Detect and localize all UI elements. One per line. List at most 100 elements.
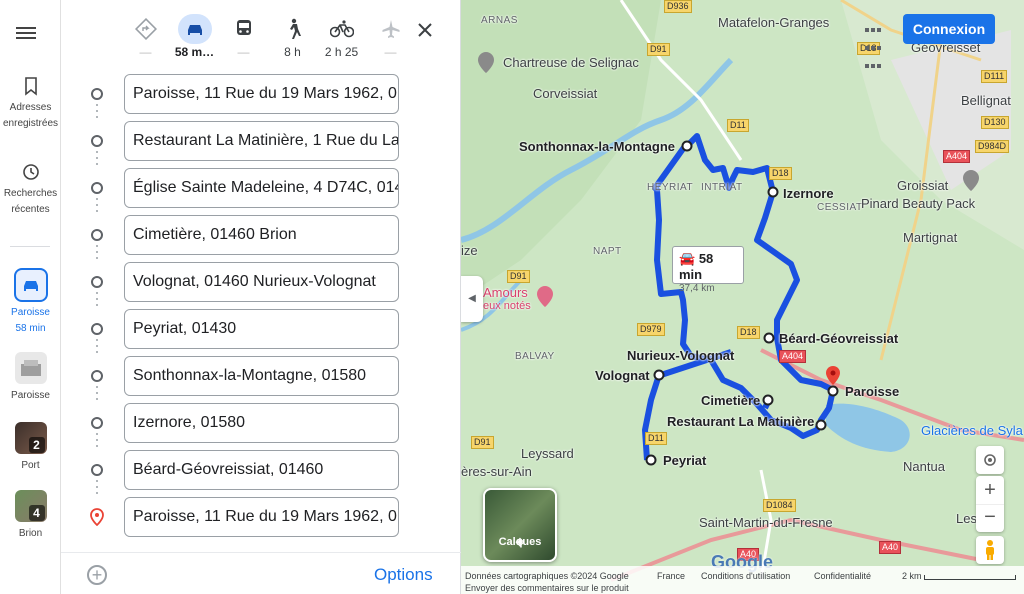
terms-link[interactable]: Conditions d'utilisation [701, 571, 790, 581]
photo-count-badge: 2 [28, 437, 45, 453]
waypoint-input[interactable]: Église Sainte Madeleine, 4 D74C, 01460 B… [124, 168, 399, 208]
saved-places-label: Adresses enregistrées [2, 102, 59, 129]
recent-place-paroisse[interactable]: Paroisse [0, 352, 61, 404]
zoom-in-button[interactable]: + [976, 476, 1004, 504]
minus-icon: − [984, 506, 996, 528]
tab-transit-label: — [237, 45, 250, 59]
recent-route-label: Paroisse [11, 307, 50, 318]
waypoint-input[interactable]: Restaurant La Matinière, 1 Rue du Lac, 0… [124, 121, 399, 161]
collapse-panel-button[interactable]: ◀ [461, 276, 483, 322]
waypoint-4: Cimetière, 01460 Brion [61, 215, 461, 255]
tab-transit[interactable]: — [219, 14, 268, 64]
travel-mode-tabs: — 58 m… — 8 h 2 h 25 — [121, 14, 415, 64]
layers-label: Calques [498, 536, 542, 548]
road-shield: D11 [727, 119, 749, 132]
map-data-credit: Données cartographiques ©2024 Google [465, 571, 629, 581]
options-button[interactable]: Options [374, 565, 433, 585]
waypoint-input[interactable]: Cimetière, 01460 Brion [124, 215, 399, 255]
my-location-button[interactable] [976, 446, 1004, 474]
street-view-pegman-button[interactable] [976, 536, 1004, 564]
waypoint-circle-icon [91, 464, 103, 476]
map-label: Amours [483, 285, 528, 300]
saved-places-button[interactable]: Adresses enregistrées [0, 76, 61, 132]
sign-in-button[interactable]: Connexion [903, 14, 995, 44]
map-label: Sonthonnax-la-Montagne [519, 139, 675, 154]
bike-icon [329, 20, 354, 38]
destination-input[interactable]: Paroisse, 11 Rue du 19 Mars 1962, 01460 … [124, 497, 399, 537]
map-label: HEYRIAT [647, 182, 694, 193]
waypoint-circle-icon [91, 417, 103, 429]
map-label: Saint-Martin-du-Fresne [699, 515, 833, 530]
waypoint-6: Peyriat, 01430 [61, 309, 461, 349]
zoom-controls: + − [976, 476, 1004, 532]
waypoint-circle-icon [91, 229, 103, 241]
map-label: Nurieux-Volognat [627, 348, 735, 363]
map-footer: Données cartographiques ©2024 Google Fra… [461, 566, 1024, 594]
tab-driving[interactable]: 58 m… [170, 14, 219, 64]
recent-place-port[interactable]: 2 Port [0, 422, 61, 474]
place-thumbnail: 4 [14, 490, 47, 522]
feedback-link[interactable]: Envoyer des commentaires sur le produit [465, 583, 629, 593]
privacy-link[interactable]: Confidentialité [814, 571, 871, 581]
recent-searches-label: Recherches récentes [3, 188, 58, 215]
map-canvas[interactable]: ARNAS Matafelon-Granges Géovreisset Char… [461, 0, 1024, 594]
recent-place-label: Paroisse [11, 390, 50, 401]
airplane-icon [382, 20, 399, 38]
place-thumbnail [14, 352, 47, 384]
map-label: ize [461, 243, 478, 258]
waypoint-circle-icon [91, 370, 103, 382]
map-label: Bellignat [961, 93, 1011, 108]
pegman-icon [986, 540, 994, 560]
plus-icon: + [984, 479, 996, 501]
zoom-out-button[interactable]: − [976, 504, 1004, 532]
waypoint-input[interactable]: Paroisse, 11 Rue du 19 Mars 1962, 01460 … [124, 74, 399, 114]
road-shield: D984D [975, 140, 1010, 153]
map-label: Leyssard [521, 446, 574, 461]
road-shield: D979 [637, 323, 665, 336]
route-duration-callout[interactable]: 🚘 58 min 37,4 km [672, 246, 744, 294]
map-label: Volognat [595, 368, 650, 383]
waypoint-input[interactable]: Peyriat, 01430 [124, 309, 399, 349]
road-shield: A40 [879, 541, 902, 554]
road-shield: D130 [981, 116, 1009, 129]
tab-walking-duration: 8 h [284, 45, 301, 59]
scale-bar [924, 575, 1016, 580]
car-icon [13, 268, 48, 302]
add-stop-button[interactable]: + [87, 565, 107, 585]
waypoint-input[interactable]: Béard-Géovreissiat, 01460 [124, 450, 399, 490]
map-label: INTRIAT [701, 182, 743, 193]
map-label: Peyriat [663, 453, 707, 468]
map-label: Izernore [783, 186, 834, 201]
recent-place-brion[interactable]: 4 Brion [0, 490, 61, 542]
car-icon [187, 25, 202, 35]
country-link[interactable]: France [657, 571, 685, 581]
map-label: ARNAS [481, 15, 518, 26]
google-apps-grid-icon[interactable] [864, 20, 882, 68]
recent-route-paroisse-active[interactable]: Paroisse 58 min [0, 268, 61, 337]
left-rail: Adresses enregistrées Recherches récente… [0, 0, 61, 594]
waypoint-5: Volognat, 01460 Nurieux-Volognat [61, 262, 461, 302]
route-dots [96, 100, 99, 122]
waypoint-input[interactable]: Izernore, 01580 [124, 403, 399, 443]
tab-flights[interactable]: — [366, 14, 415, 64]
map-label: Glacières de Syla [921, 423, 1023, 438]
road-shield: A404 [779, 350, 807, 363]
menu-icon[interactable] [16, 24, 36, 44]
route-dots [96, 194, 99, 216]
waypoint-input[interactable]: Volognat, 01460 Nurieux-Volognat [124, 262, 399, 302]
waypoint-circle-icon [91, 276, 103, 288]
tab-best-route[interactable]: — [121, 14, 170, 64]
waypoint-1: Paroisse, 11 Rue du 19 Mars 1962, 01460 … [61, 74, 461, 114]
tab-cycling-duration: 2 h 25 [324, 45, 359, 59]
road-shield: D111 [981, 70, 1008, 83]
chevron-left-icon: ◀ [468, 293, 476, 304]
route-dots [96, 288, 99, 310]
layers-button[interactable]: ◈ Calques [483, 488, 557, 562]
tab-cycling[interactable]: 2 h 25 [317, 14, 366, 64]
scale-label: 2 km [902, 571, 922, 581]
close-directions-button[interactable] [413, 20, 437, 44]
waypoint-input[interactable]: Sonthonnax-la-Montagne, 01580 [124, 356, 399, 396]
map-label: Pinard Beauty Pack [861, 196, 976, 211]
recent-searches-button[interactable]: Recherches récentes [0, 162, 61, 218]
tab-walking[interactable]: 8 h [268, 14, 317, 64]
